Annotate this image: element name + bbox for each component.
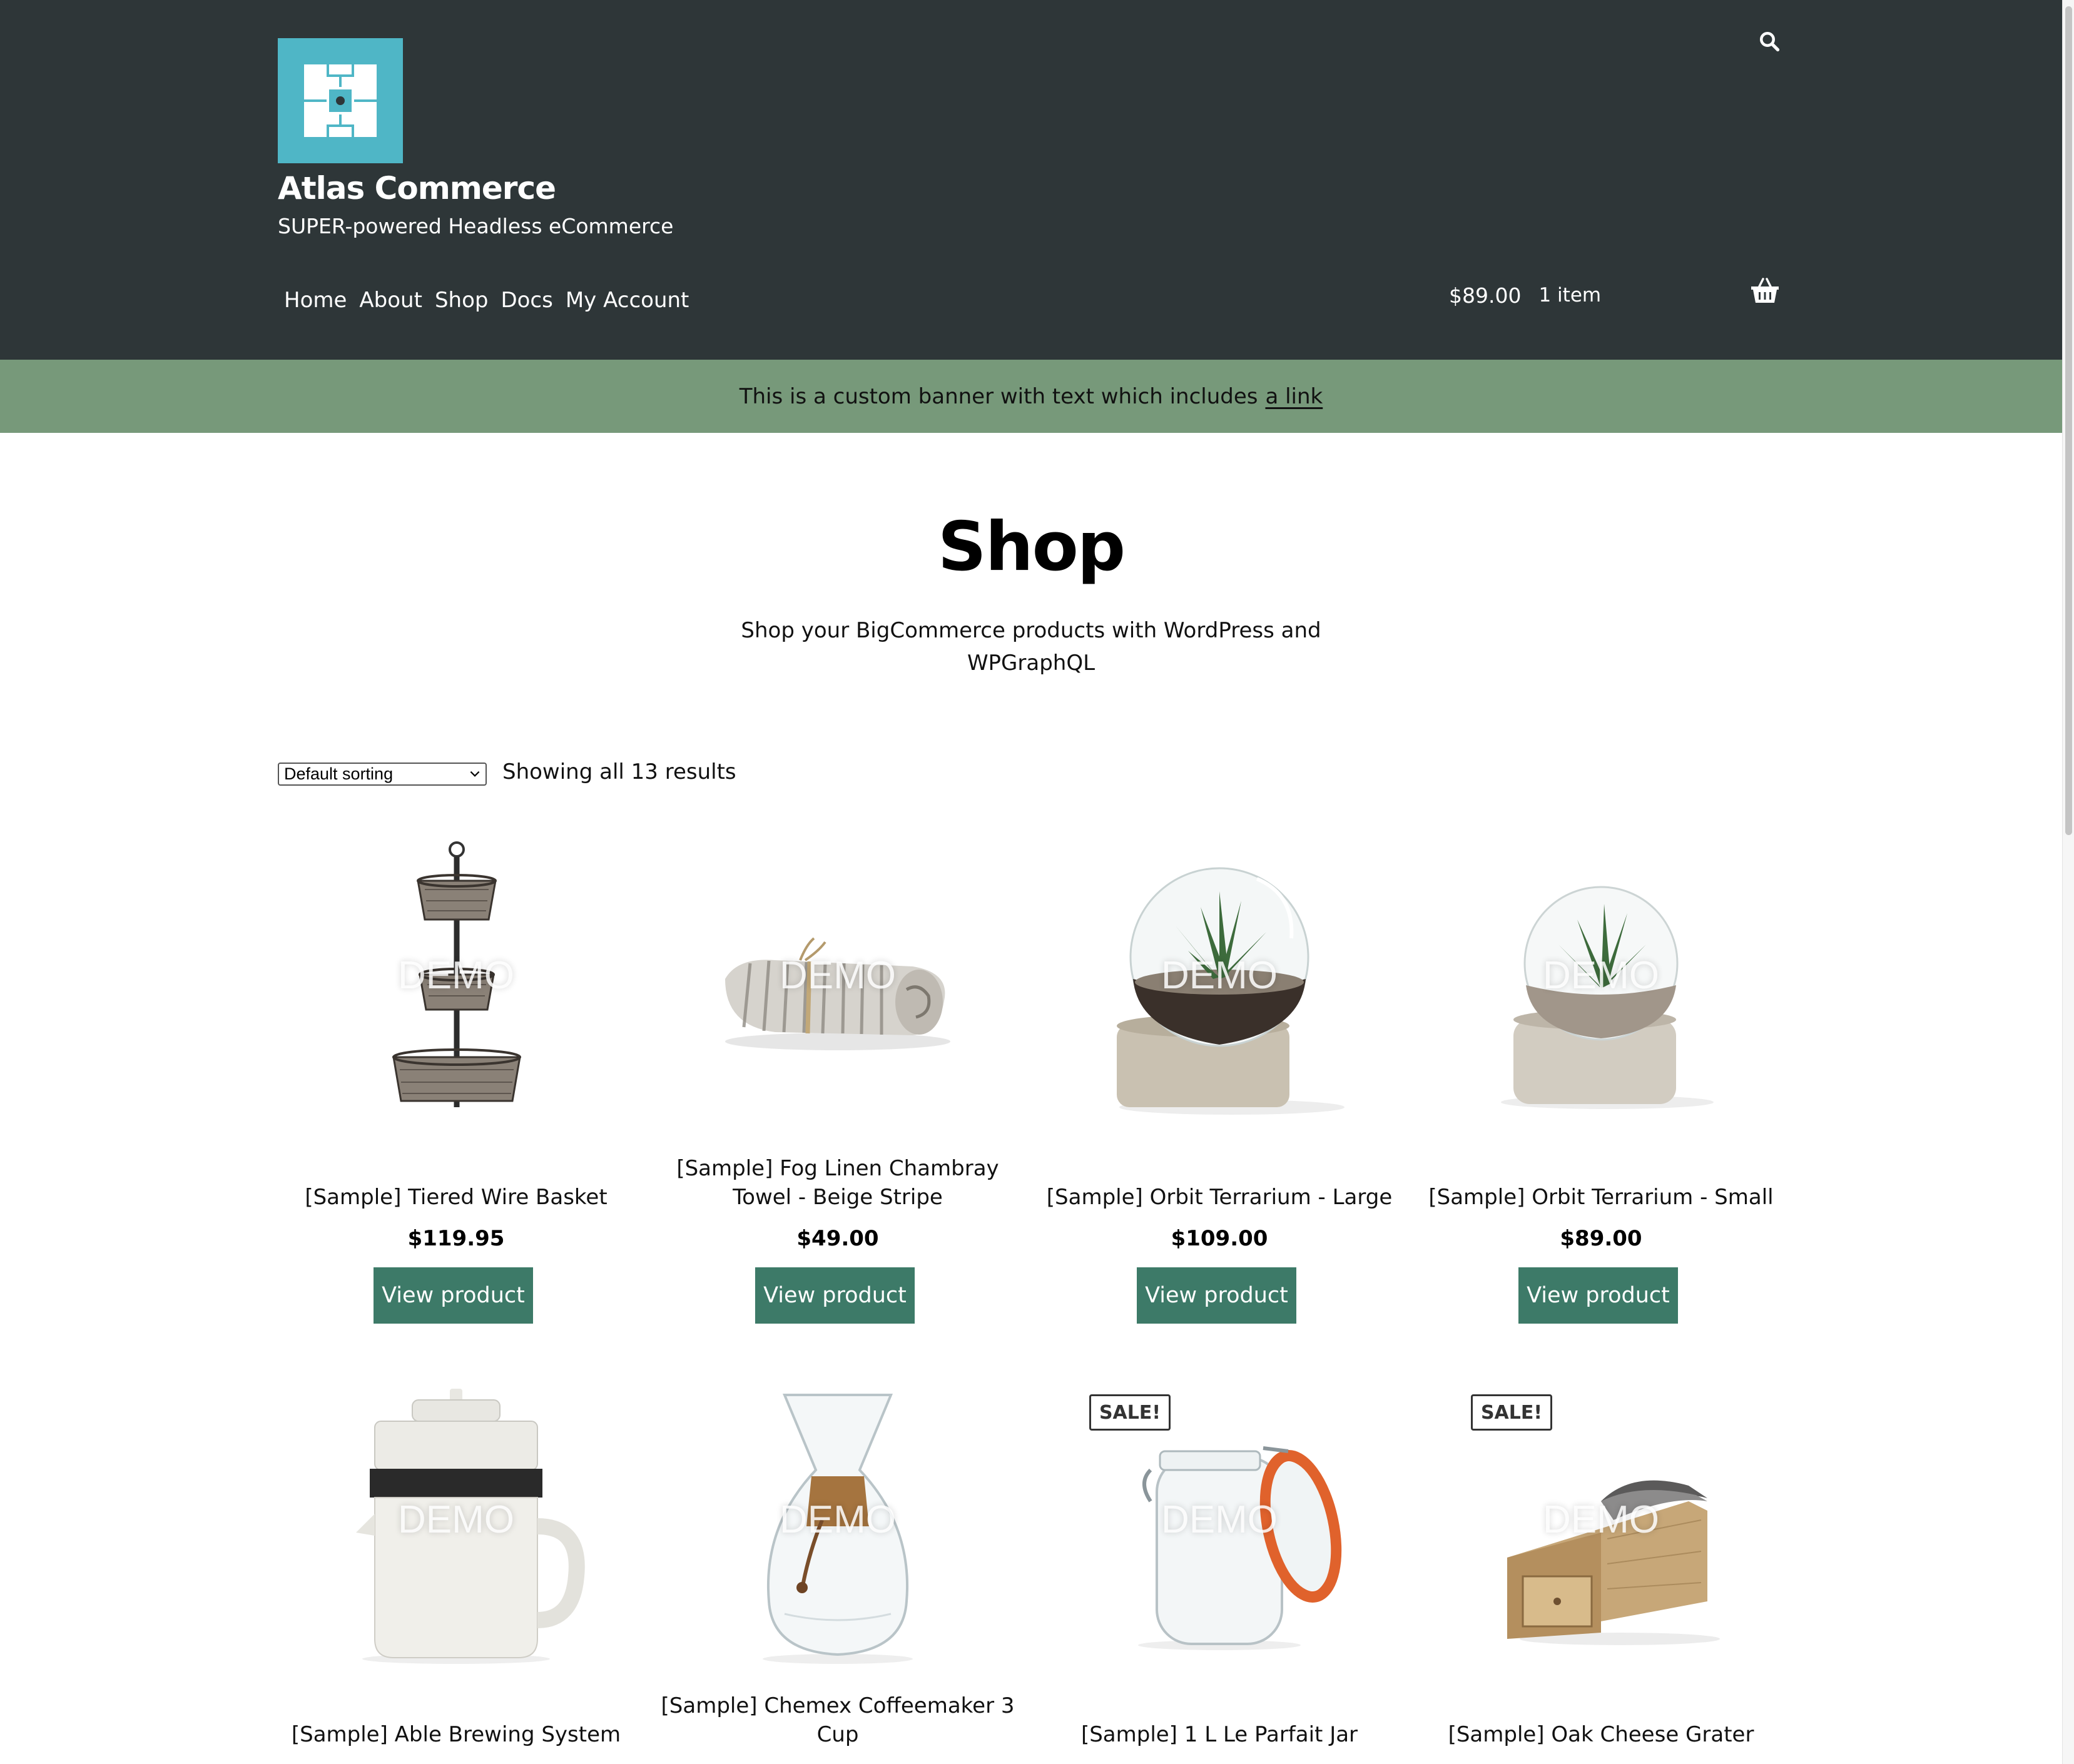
view-product-button[interactable]: View product [1518, 1267, 1678, 1324]
logo-mark-icon [304, 64, 377, 137]
product-name[interactable]: [Sample] Tiered Wire Basket [268, 1183, 644, 1212]
view-product-button[interactable]: View product [755, 1267, 915, 1324]
demo-watermark: DEMO [1543, 1498, 1659, 1541]
demo-watermark: DEMO [1161, 954, 1278, 997]
banner-link[interactable]: a link [1265, 384, 1323, 409]
page-title: Shop [937, 508, 1126, 586]
sale-badge: SALE! [1089, 1394, 1171, 1431]
view-product-button[interactable]: View product [374, 1267, 533, 1324]
demo-watermark: DEMO [1543, 954, 1659, 997]
header-cart[interactable]: $89.00 1 item [1449, 280, 1601, 311]
page: Atlas Commerce SUPER-powered Headless eC… [0, 0, 2074, 1764]
nav-item-docs[interactable]: Docs [494, 285, 559, 316]
scrollbar-thumb[interactable] [2065, 6, 2072, 835]
site-header: Atlas Commerce SUPER-powered Headless eC… [0, 0, 2062, 360]
site-logo[interactable] [278, 38, 403, 163]
nav-item-home[interactable]: Home [278, 285, 353, 316]
product-name[interactable]: [Sample] Able Brewing System [268, 1720, 644, 1749]
product-price: $119.95 [407, 1226, 505, 1251]
nav-item-about[interactable]: About [353, 285, 429, 316]
site-title[interactable]: Atlas Commerce [278, 170, 556, 206]
banner-text: This is a custom banner with text which … [740, 384, 1323, 409]
sort-selected-value: Default sorting [284, 764, 394, 783]
site-tagline: SUPER-powered Headless eCommerce [278, 214, 674, 238]
demo-watermark: DEMO [398, 1498, 514, 1541]
demo-watermark: DEMO [1161, 1498, 1278, 1541]
product-name[interactable]: [Sample] Orbit Terrarium - Small [1413, 1183, 1789, 1212]
page-description: Shop your BigCommerce products with Word… [741, 618, 1321, 676]
product-price: $109.00 [1171, 1226, 1268, 1251]
product-price: $49.00 [796, 1226, 879, 1251]
product-name[interactable]: [Sample] Chemex Coffeemaker 3 Cup [650, 1691, 1025, 1749]
product-price: $89.00 [1560, 1226, 1642, 1251]
product-name[interactable]: [Sample] Oak Cheese Grater [1413, 1720, 1789, 1749]
cart-total[interactable]: $89.00 [1449, 283, 1521, 308]
demo-watermark: DEMO [780, 1498, 896, 1541]
banner-message: This is a custom banner with text which … [739, 383, 1258, 409]
view-product-button[interactable]: View product [1137, 1267, 1296, 1324]
product-name[interactable]: [Sample] Fog Linen Chambray Towel - Beig… [650, 1154, 1025, 1212]
search-icon[interactable] [1758, 30, 1781, 53]
result-count: Showing all 13 results [502, 759, 736, 784]
sort-select[interactable]: Default sorting [278, 763, 487, 786]
nav-item-shop[interactable]: Shop [429, 285, 495, 316]
custom-banner: This is a custom banner with text which … [0, 360, 2062, 433]
nav-item-my-account[interactable]: My Account [559, 285, 696, 316]
product-name[interactable]: [Sample] 1 L Le Parfait Jar [1032, 1720, 1407, 1749]
primary-nav: Home About Shop Docs My Account [278, 285, 695, 316]
demo-watermark: DEMO [398, 954, 514, 997]
page-scrollbar[interactable] [2062, 0, 2074, 1764]
sale-badge: SALE! [1471, 1394, 1552, 1431]
chevron-down-icon [470, 771, 480, 777]
product-name[interactable]: [Sample] Orbit Terrarium - Large [1032, 1183, 1407, 1212]
cart-item-count[interactable]: 1 item [1538, 284, 1601, 307]
basket-icon[interactable] [1749, 276, 1781, 305]
demo-watermark: DEMO [780, 954, 896, 997]
